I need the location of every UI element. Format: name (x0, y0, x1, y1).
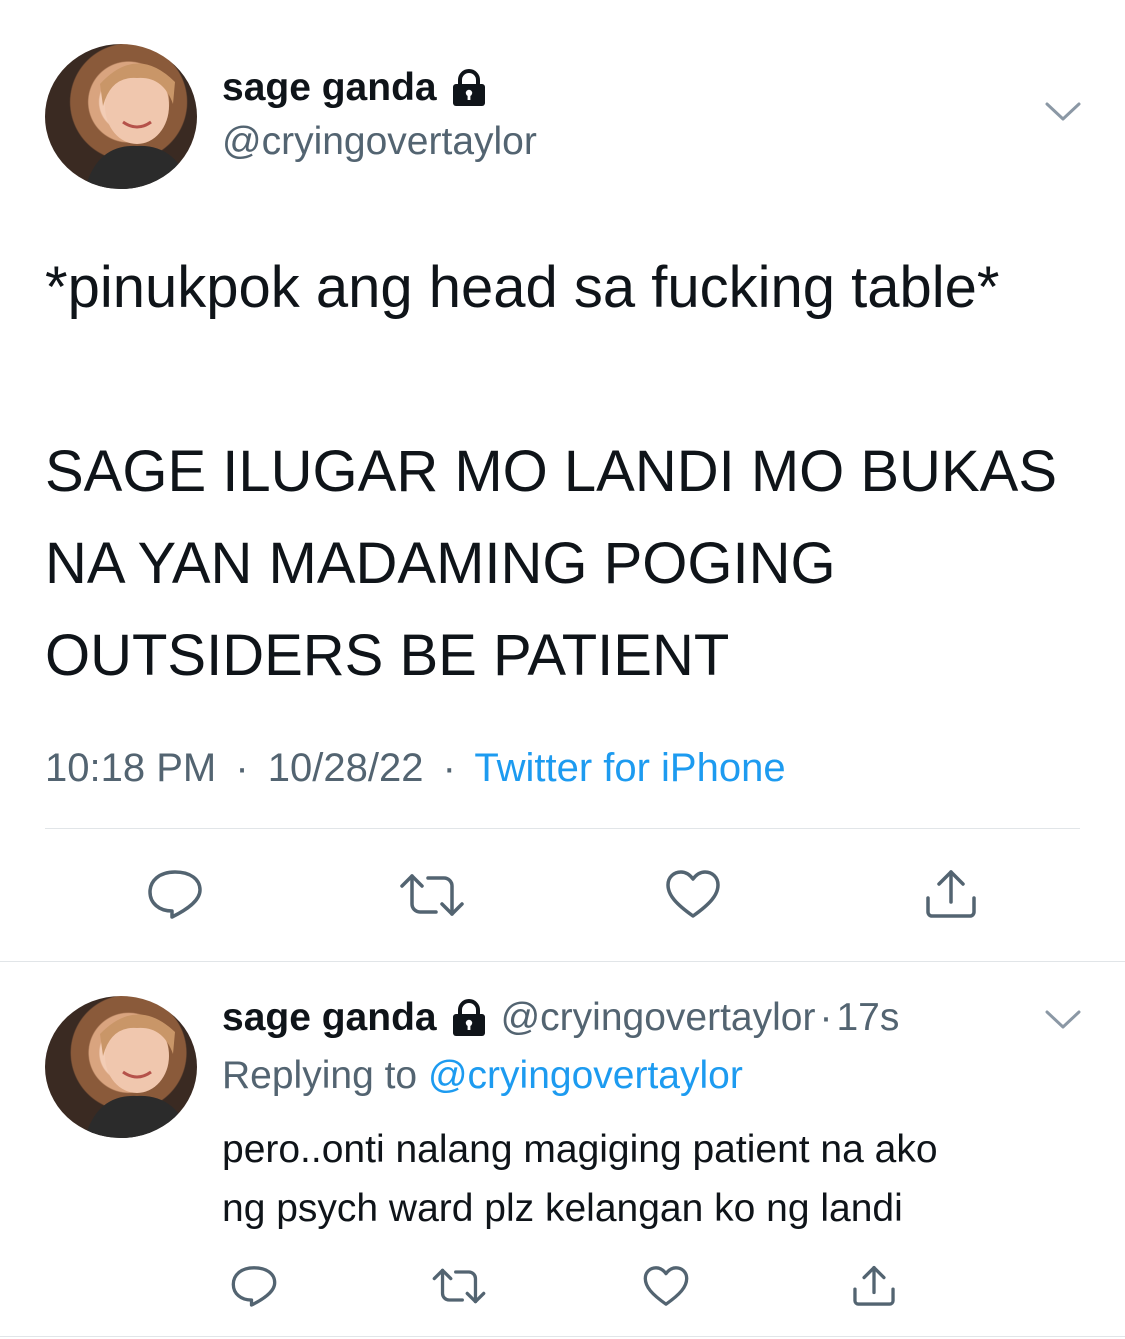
source-link[interactable]: Twitter for iPhone (474, 746, 785, 790)
reply-text: pero..onti nalang magiging patient na ak… (222, 1120, 938, 1238)
reply-text-line: pero..onti nalang magiging patient na ak… (222, 1128, 938, 1171)
heart-icon[interactable] (642, 1264, 690, 1308)
avatar[interactable] (45, 996, 197, 1138)
tweet-text-line: NA YAN MADAMING POGING (45, 531, 836, 596)
meta-separator: · (819, 996, 833, 1039)
avatar[interactable] (45, 44, 197, 189)
timestamp-time[interactable]: 10:18 PM (45, 746, 216, 790)
reply-icon[interactable] (230, 1264, 278, 1308)
tweet-text-line: *pinukpok ang head sa fucking table* (45, 255, 1000, 320)
lock-icon (451, 69, 487, 107)
meta-separator: · (442, 746, 456, 790)
display-name[interactable]: sage ganda (222, 996, 437, 1040)
tweet-age[interactable]: 17s (836, 996, 899, 1040)
handle[interactable]: @cryingovertaylor (222, 118, 537, 166)
tweet-text: *pinukpok ang head sa fucking table* SAG… (45, 242, 1095, 702)
tweet-meta: 10:18 PM · 10/28/22 · Twitter for iPhone (45, 744, 786, 792)
handle[interactable]: @cryingovertaylor (501, 996, 816, 1040)
retweet-icon[interactable] (398, 872, 466, 918)
reply-text-line: ng psych ward plz kelangan ko ng landi (222, 1187, 903, 1230)
divider (0, 1336, 1125, 1337)
retweet-icon[interactable] (431, 1266, 487, 1306)
display-name[interactable]: sage ganda (222, 66, 437, 110)
heart-icon[interactable] (664, 868, 722, 920)
tweet-text-line: OUTSIDERS BE PATIENT (45, 623, 730, 688)
replying-to: Replying to @cryingovertaylor (222, 1052, 743, 1100)
replying-to-handle[interactable]: @cryingovertaylor (428, 1054, 743, 1097)
divider (45, 828, 1080, 829)
divider (0, 961, 1125, 962)
tweet-text-line (45, 334, 1095, 426)
meta-separator: · (235, 746, 249, 790)
chevron-down-icon[interactable] (1043, 98, 1083, 129)
share-icon[interactable] (850, 1262, 898, 1308)
reply-icon[interactable] (146, 868, 204, 920)
replying-to-label: Replying to (222, 1054, 418, 1097)
lock-icon (451, 999, 487, 1037)
share-icon[interactable] (922, 866, 980, 920)
tweet-text-line: SAGE ILUGAR MO LANDI MO BUKAS (45, 439, 1057, 504)
chevron-down-icon[interactable] (1043, 1006, 1083, 1037)
timestamp-date[interactable]: 10/28/22 (268, 746, 424, 790)
